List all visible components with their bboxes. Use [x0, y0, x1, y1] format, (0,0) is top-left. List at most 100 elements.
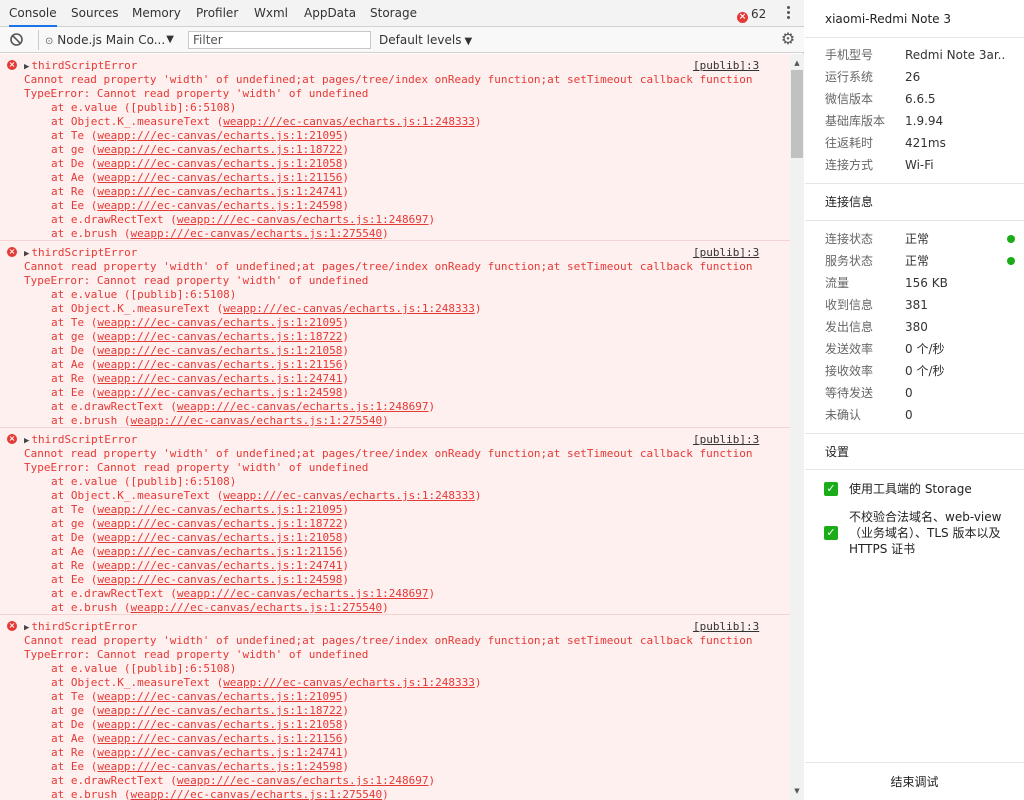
connection-section-title: 连接信息 [825, 195, 874, 209]
tab-memory[interactable]: Memory [132, 0, 181, 27]
stack-frame-link[interactable]: weapp:///ec-canvas/echarts.js:1:24598 [97, 199, 342, 212]
source-link[interactable]: [publib]:3 [693, 59, 759, 73]
expand-triangle-icon[interactable]: ▶ [24, 436, 29, 446]
info-row: 基础库版本 1.9.94 [825, 112, 1015, 130]
checkbox-skip-domain-check[interactable]: ✓ [824, 526, 838, 540]
stack-frame: at Ee (weapp:///ec-canvas/echarts.js:1:2… [51, 199, 350, 212]
stack-frame-link[interactable]: weapp:///ec-canvas/echarts.js:1:24598 [97, 573, 342, 586]
stack-frame-link[interactable]: weapp:///ec-canvas/echarts.js:1:248333 [223, 115, 475, 128]
scroll-up-icon[interactable]: ▲ [790, 56, 804, 70]
info-key: 运行系统 [825, 70, 874, 84]
info-row: 等待发送 0 [825, 384, 1015, 402]
stack-frame-link[interactable]: weapp:///ec-canvas/echarts.js:1:248697 [177, 400, 429, 413]
stack-frame-link[interactable]: weapp:///ec-canvas/echarts.js:1:21095 [97, 129, 342, 142]
clear-console-icon[interactable] [9, 32, 24, 47]
source-link[interactable]: [publib]:3 [693, 246, 759, 260]
stack-frame-link[interactable]: weapp:///ec-canvas/echarts.js:1:275540 [130, 414, 382, 427]
error-message: Cannot read property 'width' of undefine… [24, 447, 753, 460]
stack-frame-link[interactable]: weapp:///ec-canvas/echarts.js:1:21095 [97, 690, 342, 703]
filter-input[interactable] [188, 31, 371, 49]
stack-frame: at Ee (weapp:///ec-canvas/echarts.js:1:2… [51, 760, 350, 773]
source-link[interactable]: [publib]:3 [693, 620, 759, 634]
error-icon: × [7, 247, 17, 257]
source-link[interactable]: [publib]:3 [693, 433, 759, 447]
stack-frame-link[interactable]: weapp:///ec-canvas/echarts.js:1:248333 [223, 676, 475, 689]
tab-storage[interactable]: Storage [370, 0, 417, 27]
error-title[interactable]: ▶ thirdScriptError [24, 620, 137, 634]
stack-frame-link[interactable]: weapp:///ec-canvas/echarts.js:1:248333 [223, 489, 475, 502]
stack-frame-link[interactable]: weapp:///ec-canvas/echarts.js:1:21058 [97, 344, 342, 357]
info-key: 等待发送 [825, 386, 874, 400]
stack-frame-link[interactable]: weapp:///ec-canvas/echarts.js:1:18722 [97, 517, 342, 530]
stack-frame: at e.value ([publib]:6:5108) [51, 101, 237, 114]
console-error-entry: × ▶ thirdScriptError [publib]:3 Cannot read … [0, 54, 790, 241]
info-value: 0 [905, 408, 913, 422]
info-key: 基础库版本 [825, 114, 886, 128]
error-title[interactable]: ▶ thirdScriptError [24, 59, 137, 73]
stack-frame-link[interactable]: weapp:///ec-canvas/echarts.js:1:18722 [97, 704, 342, 717]
tab-sources[interactable]: Sources [71, 0, 118, 27]
scrollbar-thumb[interactable] [791, 70, 803, 158]
expand-triangle-icon[interactable]: ▶ [24, 249, 29, 259]
stack-frame-link[interactable]: weapp:///ec-canvas/echarts.js:1:21058 [97, 718, 342, 731]
expand-triangle-icon[interactable]: ▶ [24, 623, 29, 633]
stack-frame-link[interactable]: weapp:///ec-canvas/echarts.js:1:24741 [97, 185, 342, 198]
scroll-down-icon[interactable]: ▼ [790, 784, 804, 798]
stack-frame-link[interactable]: weapp:///ec-canvas/echarts.js:1:248333 [223, 302, 475, 315]
info-key: 连接状态 [825, 232, 874, 246]
stack-frame: at Object.K_.measureText (weapp:///ec-ca… [51, 115, 482, 128]
tab-profiler[interactable]: Profiler [196, 0, 238, 27]
console-output: × ▶ thirdScriptError [publib]:3 Cannot read … [0, 54, 790, 800]
stack-frame-link[interactable]: weapp:///ec-canvas/echarts.js:1:248697 [177, 213, 429, 226]
stack-frame-link[interactable]: weapp:///ec-canvas/echarts.js:1:248697 [177, 587, 429, 600]
stack-frame-link[interactable]: weapp:///ec-canvas/echarts.js:1:24741 [97, 559, 342, 572]
stack-frame-link[interactable]: weapp:///ec-canvas/echarts.js:1:24741 [97, 372, 342, 385]
log-levels-dropdown[interactable]: Default levels ▼ [379, 30, 472, 50]
error-type: TypeError: Cannot read property 'width' … [24, 461, 369, 474]
stack-frame-link[interactable]: weapp:///ec-canvas/echarts.js:1:18722 [97, 330, 342, 343]
end-debug-button[interactable]: 结束调试 [805, 762, 1024, 800]
stack-frame: at Te (weapp:///ec-canvas/echarts.js:1:2… [51, 316, 350, 329]
stack-frame-link[interactable]: weapp:///ec-canvas/echarts.js:1:21156 [97, 171, 342, 184]
error-title[interactable]: ▶ thirdScriptError [24, 246, 137, 260]
tab-console[interactable]: Console [9, 0, 57, 27]
gear-icon[interactable]: ⚙ [780, 31, 796, 47]
error-title[interactable]: ▶ thirdScriptError [24, 433, 137, 447]
dropdown-arrow-icon: ▼ [166, 34, 174, 45]
error-message: Cannot read property 'width' of undefine… [24, 260, 753, 273]
info-value: 0 个/秒 [905, 342, 945, 356]
context-selector[interactable]: ⊙ Node.js Main Co... ▼ [38, 30, 178, 50]
stack-frame-link[interactable]: weapp:///ec-canvas/echarts.js:1:275540 [130, 227, 382, 240]
stack-frame-link[interactable]: weapp:///ec-canvas/echarts.js:1:24741 [97, 746, 342, 759]
stack-frame-link[interactable]: weapp:///ec-canvas/echarts.js:1:248697 [177, 774, 429, 787]
stack-frame-link[interactable]: weapp:///ec-canvas/echarts.js:1:21156 [97, 732, 342, 745]
stack-frame: at e.drawRectText (weapp:///ec-canvas/ec… [51, 400, 436, 413]
tab-appdata[interactable]: AppData [304, 0, 356, 27]
stack-frame-link[interactable]: weapp:///ec-canvas/echarts.js:1:21058 [97, 531, 342, 544]
stack-frame-link[interactable]: weapp:///ec-canvas/echarts.js:1:275540 [130, 788, 382, 800]
vertical-scrollbar[interactable]: ▲ ▼ [790, 54, 804, 800]
info-value: 正常 [905, 254, 930, 268]
info-row: 连接状态 正常 [825, 230, 1015, 248]
stack-frame: at ge (weapp:///ec-canvas/echarts.js:1:1… [51, 704, 350, 717]
stack-frame-link[interactable]: weapp:///ec-canvas/echarts.js:1:21095 [97, 503, 342, 516]
stack-frame-link[interactable]: weapp:///ec-canvas/echarts.js:1:275540 [130, 601, 382, 614]
checkbox-use-tool-storage[interactable]: ✓ [824, 482, 838, 496]
stack-frame-link[interactable]: weapp:///ec-canvas/echarts.js:1:21156 [97, 358, 342, 371]
tab-wxml[interactable]: Wxml [254, 0, 288, 27]
stack-frame-link[interactable]: weapp:///ec-canvas/echarts.js:1:21095 [97, 316, 342, 329]
stack-frame-link[interactable]: weapp:///ec-canvas/echarts.js:1:18722 [97, 143, 342, 156]
devtools-tab-bar: Console Sources Memory Profiler Wxml App… [0, 0, 804, 27]
stack-frame-link[interactable]: weapp:///ec-canvas/echarts.js:1:24598 [97, 760, 342, 773]
stack-frame: at Re (weapp:///ec-canvas/echarts.js:1:2… [51, 559, 350, 572]
stack-frame-link[interactable]: weapp:///ec-canvas/echarts.js:1:21156 [97, 545, 342, 558]
divider [805, 220, 1024, 221]
stack-frame-link[interactable]: weapp:///ec-canvas/echarts.js:1:21058 [97, 157, 342, 170]
error-icon: × [7, 434, 17, 444]
error-message: Cannot read property 'width' of undefine… [24, 634, 753, 647]
info-key: 发送效率 [825, 342, 874, 356]
stack-frame-link[interactable]: weapp:///ec-canvas/echarts.js:1:24598 [97, 386, 342, 399]
more-options-icon[interactable] [781, 4, 795, 24]
expand-triangle-icon[interactable]: ▶ [24, 62, 29, 72]
error-counter[interactable]: × 62 [737, 6, 766, 23]
